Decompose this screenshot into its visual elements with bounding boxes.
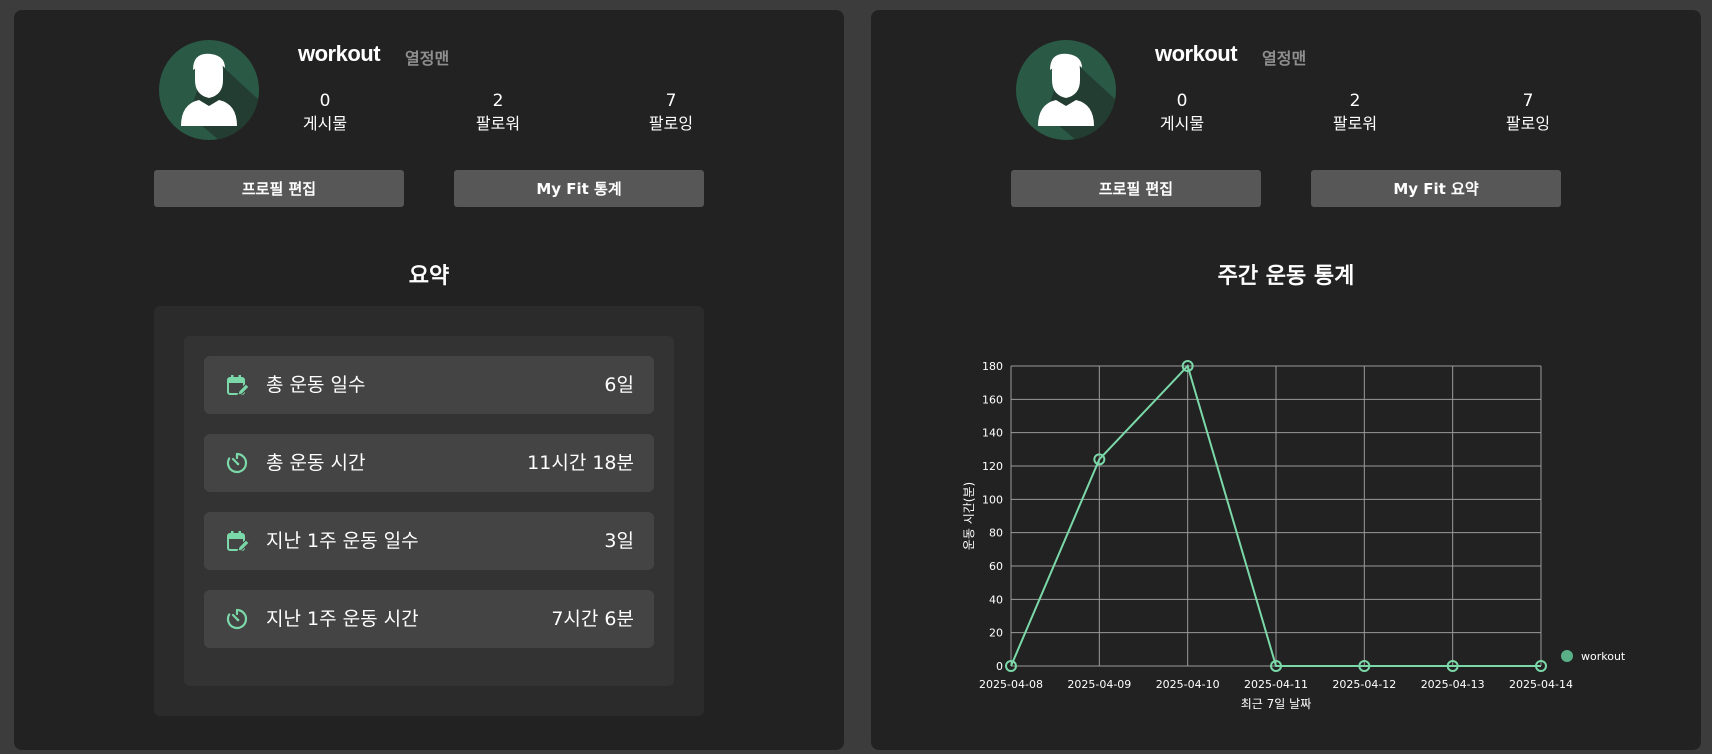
profile-summary-panel: workout 열정맨 0 게시물 2 팔로워 7 팔로잉 프로필 편집 My … <box>14 10 844 750</box>
y-tick-label: 60 <box>989 560 1003 573</box>
nickname: 열정맨 <box>1262 49 1307 68</box>
y-tick-label: 160 <box>982 393 1003 406</box>
x-tick-label: 2025-04-11 <box>1244 678 1308 691</box>
summary-row-total-time: 총 운동 시간 11시간 18분 <box>204 434 654 492</box>
summary-label: 총 운동 일수 <box>266 374 366 396</box>
section-title: 주간 운동 통계 <box>1217 264 1355 289</box>
stat-value: 7 <box>1522 91 1534 111</box>
calendar-edit-icon <box>227 531 249 552</box>
x-tick-label: 2025-04-14 <box>1509 678 1573 691</box>
stat-label: 팔로잉 <box>648 114 694 133</box>
y-tick-label: 40 <box>989 593 1003 606</box>
weekly-workout-chart: 0 20 40 60 80 100 120 140 160 180 2025-04-08 2025-0… <box>871 330 1701 720</box>
x-tick-label: 2025-04-08 <box>979 678 1043 691</box>
y-tick-label: 180 <box>982 360 1003 373</box>
y-tick-label: 120 <box>982 460 1003 473</box>
x-tick-label: 2025-04-13 <box>1421 678 1485 691</box>
user-silhouette-icon <box>1038 53 1116 140</box>
summary-label: 총 운동 시간 <box>266 452 366 474</box>
nickname: 열정맨 <box>405 49 450 68</box>
y-axis-label: 운동 시간(분) <box>962 482 976 550</box>
summary-row-week-time: 지난 1주 운동 시간 7시간 6분 <box>204 590 654 648</box>
legend-label: workout <box>1581 650 1626 663</box>
stat-following[interactable]: 7 팔로잉 <box>1478 91 1578 135</box>
y-tick-label: 20 <box>989 627 1003 640</box>
stat-value: 2 <box>492 91 504 111</box>
stat-label: 게시물 <box>1159 114 1205 133</box>
my-fit-summary-button[interactable]: My Fit 요약 <box>1311 170 1561 207</box>
stat-value: 2 <box>1349 91 1361 111</box>
stat-label: 게시물 <box>302 114 348 133</box>
timer-icon <box>226 452 248 474</box>
edit-profile-button[interactable]: 프로필 편집 <box>1011 170 1261 207</box>
summary-card: 총 운동 일수 6일 총 운동 시간 11시간 18분 지난 1주 운동 일수 … <box>184 336 674 686</box>
summary-value: 11시간 18분 <box>527 452 634 474</box>
stat-value: 0 <box>319 91 331 111</box>
section-title: 요약 <box>408 264 450 289</box>
y-tick-label: 100 <box>982 493 1003 506</box>
username: workout <box>1155 41 1238 66</box>
x-axis-label: 최근 7일 날짜 <box>1241 697 1311 711</box>
summary-value: 7시간 6분 <box>551 608 634 630</box>
x-tick-label: 2025-04-09 <box>1067 678 1131 691</box>
line-chart: 0 20 40 60 80 100 120 140 160 180 2025-04-08 2025-0… <box>962 360 1626 711</box>
summary-row-total-days: 총 운동 일수 6일 <box>204 356 654 414</box>
calendar-edit-icon <box>227 375 249 396</box>
timer-icon <box>226 608 248 630</box>
edit-profile-button[interactable]: 프로필 편집 <box>154 170 404 207</box>
x-tick-label: 2025-04-12 <box>1332 678 1396 691</box>
username: workout <box>298 41 381 66</box>
summary-value: 3일 <box>604 530 634 552</box>
y-tick-label: 140 <box>982 427 1003 440</box>
stat-posts[interactable]: 0 게시물 <box>1132 91 1232 135</box>
stat-value: 7 <box>665 91 677 111</box>
legend-marker <box>1561 650 1573 662</box>
profile-stats-panel: workout 열정맨 0 게시물 2 팔로워 7 팔로잉 프로필 편집 My … <box>871 10 1701 750</box>
avatar[interactable] <box>159 40 259 140</box>
stat-label: 팔로워 <box>1332 114 1378 133</box>
summary-value: 6일 <box>604 374 634 396</box>
avatar[interactable] <box>1016 40 1116 140</box>
stat-value: 0 <box>1176 91 1188 111</box>
y-tick-label: 80 <box>989 527 1003 540</box>
user-silhouette-icon <box>181 53 259 140</box>
x-tick-label: 2025-04-10 <box>1156 678 1220 691</box>
summary-container: 총 운동 일수 6일 총 운동 시간 11시간 18분 지난 1주 운동 일수 … <box>154 306 704 716</box>
summary-row-week-days: 지난 1주 운동 일수 3일 <box>204 512 654 570</box>
y-tick-label: 0 <box>996 660 1003 673</box>
summary-label: 지난 1주 운동 시간 <box>266 608 419 630</box>
stat-posts[interactable]: 0 게시물 <box>275 91 375 135</box>
summary-label: 지난 1주 운동 일수 <box>266 530 419 552</box>
stat-following[interactable]: 7 팔로잉 <box>621 91 721 135</box>
stat-label: 팔로잉 <box>1505 114 1551 133</box>
stat-followers[interactable]: 2 팔로워 <box>1305 91 1405 135</box>
stat-followers[interactable]: 2 팔로워 <box>448 91 548 135</box>
my-fit-stats-button[interactable]: My Fit 통계 <box>454 170 704 207</box>
stat-label: 팔로워 <box>475 114 521 133</box>
